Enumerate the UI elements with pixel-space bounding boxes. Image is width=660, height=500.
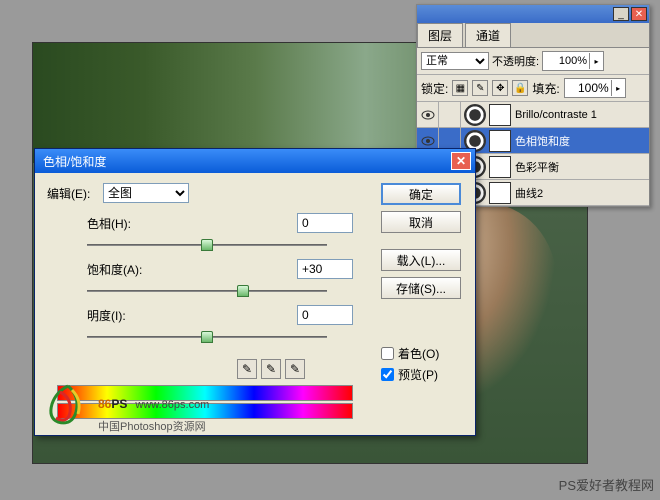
lock-label: 锁定:	[421, 80, 448, 97]
lightness-label: 明度(I):	[87, 307, 167, 324]
lightness-slider[interactable]	[87, 329, 327, 345]
dialog-titlebar[interactable]: 色相/饱和度 ✕	[35, 149, 475, 173]
hue-slider[interactable]	[87, 237, 327, 253]
layer-name-label[interactable]: 色相饱和度	[515, 133, 570, 149]
fill-dropdown-arrow[interactable]: ▸	[611, 80, 625, 96]
layer-mask-thumb[interactable]	[489, 104, 511, 126]
saturation-slider[interactable]	[87, 283, 327, 299]
lock-transparency-icon[interactable]: ▦	[452, 80, 468, 96]
lock-position-icon[interactable]: ✥	[492, 80, 508, 96]
cancel-button[interactable]: 取消	[381, 211, 461, 233]
colorize-checkbox[interactable]	[381, 347, 394, 360]
adjustment-layer-icon	[464, 104, 486, 126]
lock-paint-icon[interactable]: ✎	[472, 80, 488, 96]
edit-label: 编辑(E):	[47, 185, 103, 202]
hue-spectrum-bottom	[57, 403, 353, 419]
page-credit: PS爱好者教程网	[559, 475, 654, 494]
tab-layers[interactable]: 图层	[417, 23, 463, 47]
layer-mask-thumb[interactable]	[489, 182, 511, 204]
link-column[interactable]	[439, 102, 461, 127]
opacity-input[interactable]	[543, 52, 589, 70]
lock-controls: 锁定: ▦ ✎ ✥ 🔒 填充: ▸	[417, 75, 649, 102]
saturation-input[interactable]	[297, 259, 353, 279]
tab-channels[interactable]: 通道	[465, 23, 511, 47]
lightness-input[interactable]	[297, 305, 353, 325]
layer-mask-thumb[interactable]	[489, 156, 511, 178]
layer-mask-thumb[interactable]	[489, 130, 511, 152]
saturation-slider-handle[interactable]	[237, 285, 249, 297]
hue-slider-handle[interactable]	[201, 239, 213, 251]
dialog-title: 色相/饱和度	[39, 153, 451, 170]
opacity-label: 不透明度:	[492, 53, 539, 69]
opacity-dropdown-arrow[interactable]: ▸	[589, 53, 603, 69]
ok-button[interactable]: 确定	[381, 183, 461, 205]
panel-titlebar[interactable]: _ ✕	[417, 5, 649, 23]
dialog-body: 编辑(E): 全图 色相(H): 饱和度(A):	[35, 173, 475, 435]
panel-close-button[interactable]: ✕	[631, 7, 647, 21]
preview-checkbox[interactable]	[381, 368, 394, 381]
colorize-label: 着色(O)	[398, 345, 439, 362]
layer-name-label[interactable]: 曲线2	[515, 185, 543, 201]
layer-name-label[interactable]: 色彩平衡	[515, 159, 559, 175]
opacity-input-wrap[interactable]: ▸	[542, 51, 604, 71]
edit-select[interactable]: 全图	[103, 183, 189, 203]
eyedropper-add-icon[interactable]: ✎	[261, 359, 281, 379]
fill-input-wrap[interactable]: ▸	[564, 78, 626, 98]
load-button[interactable]: 载入(L)...	[381, 249, 461, 271]
visibility-toggle[interactable]	[417, 102, 439, 127]
layer-name-label[interactable]: Brillo/contraste 1	[515, 109, 597, 121]
hue-input[interactable]	[297, 213, 353, 233]
layer-row[interactable]: Brillo/contraste 1	[417, 102, 649, 128]
layers-top-controls: 正常 不透明度: ▸	[417, 48, 649, 75]
eyedropper-tools: ✎ ✎ ✎	[237, 359, 373, 379]
hue-saturation-dialog: 色相/饱和度 ✕ 编辑(E): 全图 色相(H): 饱和度(	[34, 148, 476, 436]
hue-label: 色相(H):	[87, 215, 167, 232]
save-button[interactable]: 存储(S)...	[381, 277, 461, 299]
panel-minimize-button[interactable]: _	[613, 7, 629, 21]
fill-label: 填充:	[532, 80, 559, 97]
hue-spectrum-top	[57, 385, 353, 401]
fill-input[interactable]	[565, 79, 611, 97]
lock-all-icon[interactable]: 🔒	[512, 80, 528, 96]
panel-tabs: 图层 通道	[417, 23, 649, 48]
saturation-label: 饱和度(A):	[87, 261, 167, 278]
blend-mode-select[interactable]: 正常	[421, 52, 489, 70]
eyedropper-icon[interactable]: ✎	[237, 359, 257, 379]
dialog-close-button[interactable]: ✕	[451, 152, 471, 170]
preview-label: 预览(P)	[398, 366, 438, 383]
eyedropper-subtract-icon[interactable]: ✎	[285, 359, 305, 379]
lightness-slider-handle[interactable]	[201, 331, 213, 343]
